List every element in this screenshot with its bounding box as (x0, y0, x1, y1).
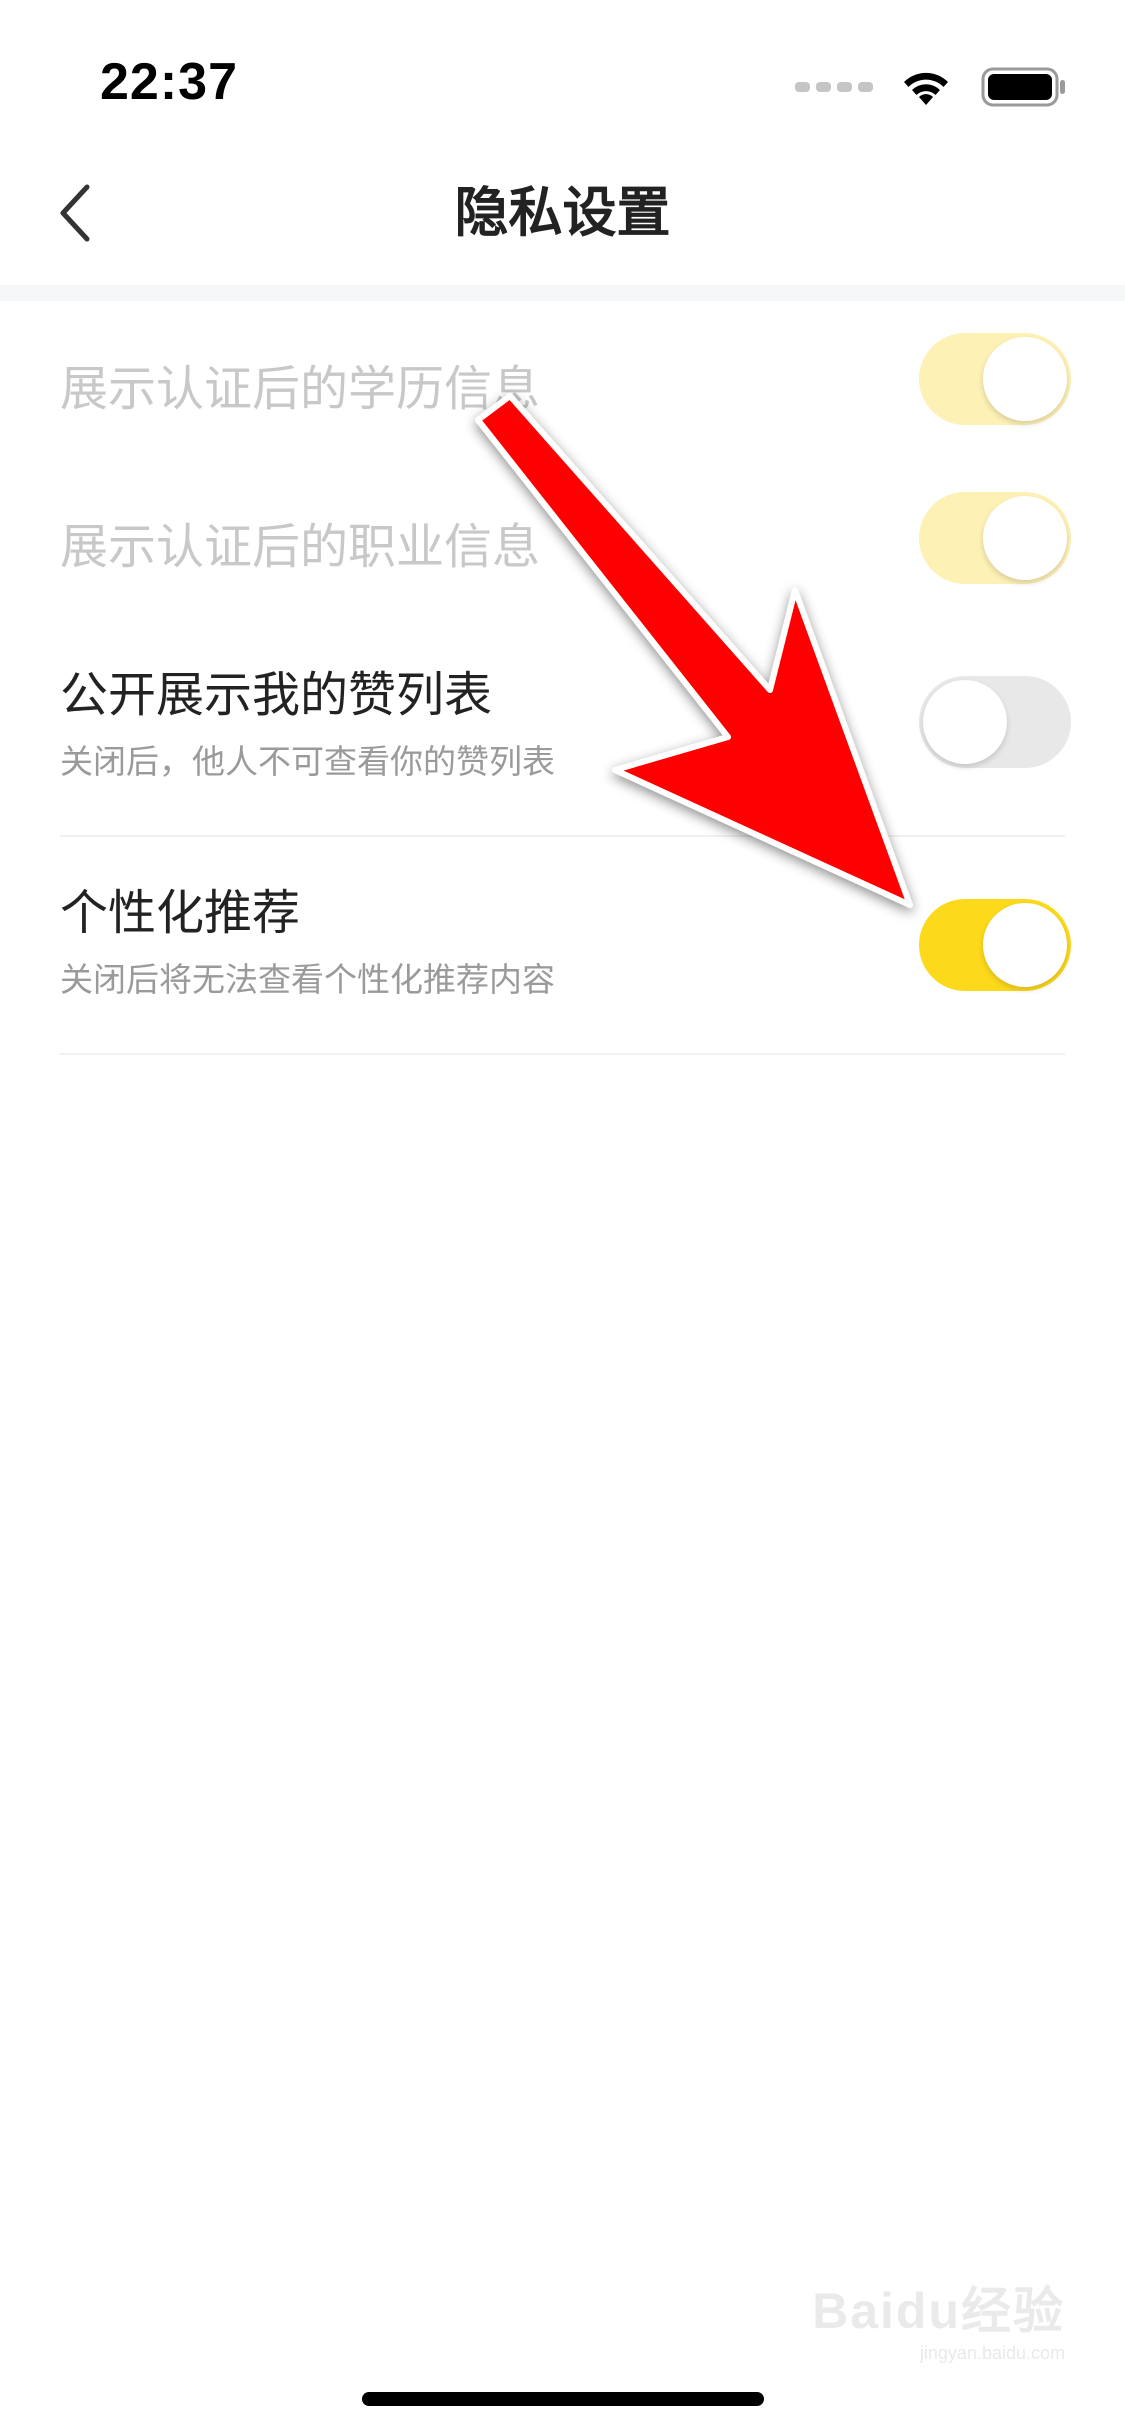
row-divider (60, 1053, 1065, 1055)
toggle-knob (983, 496, 1067, 580)
personalized-toggle[interactable] (919, 899, 1071, 991)
settings-list: 展示认证后的学历信息 展示认证后的职业信息 公开展示我的赞列表 关闭后，他人不可… (0, 301, 1125, 1055)
watermark-url: jingyan.baidu.com (919, 2343, 1065, 2363)
setting-title: 公开展示我的赞列表 (60, 667, 493, 723)
like-list-toggle[interactable] (919, 676, 1071, 768)
page-title: 隐私设置 (454, 181, 671, 244)
status-icons (795, 62, 1067, 112)
setting-row-education[interactable]: 展示认证后的学历信息 (0, 301, 1125, 459)
home-indicator[interactable] (362, 2392, 764, 2406)
signal-dots-icon (795, 82, 873, 92)
setting-title: 展示认证后的学历信息 (60, 361, 541, 417)
setting-title: 个性化推荐 (60, 885, 301, 941)
education-toggle[interactable] (919, 333, 1071, 425)
setting-subtitle: 关闭后将无法查看个性化推荐内容 (60, 960, 555, 999)
toggle-knob (983, 903, 1067, 987)
toggle-knob (923, 680, 1007, 764)
header-divider (0, 285, 1125, 301)
status-bar: 22:37 (0, 0, 1125, 140)
setting-row-like-list[interactable]: 公开展示我的赞列表 关闭后，他人不可查看你的赞列表 (0, 619, 1125, 837)
wifi-icon (904, 72, 948, 105)
setting-subtitle: 关闭后，他人不可查看你的赞列表 (60, 742, 555, 781)
setting-row-occupation[interactable]: 展示认证后的职业信息 (0, 459, 1125, 619)
watermark-logo: Baidu经验 (812, 2283, 1065, 2339)
toggle-knob (983, 337, 1067, 421)
baidu-watermark: Baidu经验 jingyan.baidu.com (812, 2271, 1065, 2364)
occupation-toggle[interactable] (919, 492, 1071, 584)
status-time: 22:37 (100, 53, 238, 111)
phone-screen: 22:37 隐私设置 展示认证后的学历信息 展示认证后的职业信息 公开展示我的赞… (0, 0, 1125, 2436)
setting-title: 展示认证后的职业信息 (60, 519, 541, 575)
battery-icon (981, 67, 1065, 107)
nav-bar: 隐私设置 (0, 140, 1125, 285)
setting-row-personalized[interactable]: 个性化推荐 关闭后将无法查看个性化推荐内容 (0, 837, 1125, 1055)
